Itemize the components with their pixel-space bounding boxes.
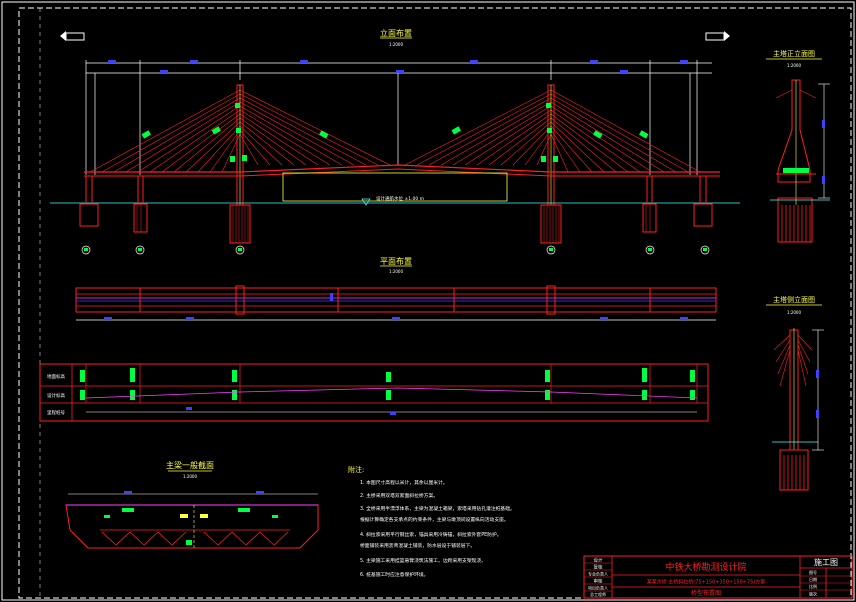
direction-arrow-left <box>60 31 85 41</box>
svg-text:设计: 设计 <box>594 557 603 564</box>
svg-text:总工程师: 总工程师 <box>590 591 606 597</box>
section-title: 主梁一般截面 <box>166 460 214 470</box>
svg-text:图号: 图号 <box>809 569 817 575</box>
note-1: 1. 本图尺寸高程以米计，其余以厘米计。 <box>360 479 448 486</box>
row-label-design: 设计标高 <box>47 392 65 399</box>
tower-front-view: 主塔正立面图 1:2000 <box>766 49 830 243</box>
piers <box>79 176 713 244</box>
tower-side-view: 主塔侧立面图 1:2000 <box>766 295 824 491</box>
note-2: 2. 主桥采用双塔双索面斜拉桥方案。 <box>360 492 438 499</box>
svg-text:项目负责人: 项目负责人 <box>588 585 608 591</box>
drawing-name: 桥型布置图 <box>691 589 721 597</box>
tower-front-title: 主塔正立面图 <box>773 49 815 58</box>
svg-text:比例: 比例 <box>809 583 817 589</box>
tower-side-title: 主塔侧立面图 <box>773 295 815 304</box>
row-label-ground: 地面标高 <box>47 373 65 380</box>
stay-cables-right <box>404 89 701 173</box>
svg-text:审核: 审核 <box>594 578 603 585</box>
row-label-station: 里程桩号 <box>47 409 65 416</box>
svg-text:专业负责人: 专业负责人 <box>588 571 608 577</box>
plan-title: 平面布置 <box>380 256 412 266</box>
cad-drawing: 立面布置 1:2000 设计通航水位 ±1.00 m 平面布置 1:2000 地… <box>1 1 855 601</box>
svg-text:1:2000: 1:2000 <box>389 269 404 274</box>
direction-arrow-right <box>705 31 730 41</box>
institute-name: 中铁大桥勘测设计院 <box>665 561 746 573</box>
plan-view: 平面布置 1:2000 <box>75 256 717 321</box>
pier-markers <box>81 245 710 255</box>
note-5: 5. 主梁施工采用挂篮悬臂浇筑法施工，边跨采用支架现浇。 <box>360 557 486 564</box>
svg-text:1:2000: 1:2000 <box>787 63 802 68</box>
girder-section: 主梁一般截面 1:2000 <box>65 460 319 549</box>
title-block: 设计 复核 专业负责人 审核 项目负责人 总工程师 中铁大桥勘测设计院 某某大桥… <box>583 555 853 599</box>
elevation-title: 立面布置 <box>380 28 412 38</box>
notes-title: 附注: <box>348 465 364 474</box>
main-girder <box>84 164 720 177</box>
project-name: 某某大桥 主桥斜拉桥(75+150+350+150+75)方案 <box>647 579 766 586</box>
note-4-cont: 桥面铺装采用沥青混凝土铺装，防水层设于铺装层下。 <box>360 542 475 549</box>
svg-text:版次: 版次 <box>809 591 817 597</box>
svg-text:复核: 复核 <box>594 564 603 571</box>
elevation-view: 立面布置 1:2000 设计通航水位 ±1.00 m <box>50 28 740 255</box>
svg-text:1:2000: 1:2000 <box>183 474 198 479</box>
notes-block: 附注: 1. 本图尺寸高程以米计，其余以厘米计。 2. 主桥采用双塔双索面斜拉桥… <box>348 465 515 578</box>
profile-table: 地面标高 设计标高 里程桩号 <box>39 363 709 422</box>
note-3: 3. 全桥采用半漂浮体系，主梁为混凝土箱梁，索塔采用钻孔灌注桩基础。 <box>360 505 515 512</box>
svg-text:日期: 日期 <box>809 576 817 582</box>
svg-text:1:2000: 1:2000 <box>787 310 802 315</box>
note-3-cont: 根据计算确定各支承点的约束条件，主梁与墩顶间设置纵向活动支座。 <box>360 516 509 523</box>
stage-label: 施工图 <box>814 557 838 567</box>
water-level-label: 设计通航水位 ±1.00 m <box>376 195 424 202</box>
note-4: 4. 斜拉索采用平行钢丝索，锚具采用冷铸锚，斜拉索外套PE防护。 <box>360 531 502 538</box>
elevation-scale: 1:2000 <box>389 42 404 47</box>
note-6: 6. 桩基施工时应注意保护环境。 <box>360 571 428 578</box>
